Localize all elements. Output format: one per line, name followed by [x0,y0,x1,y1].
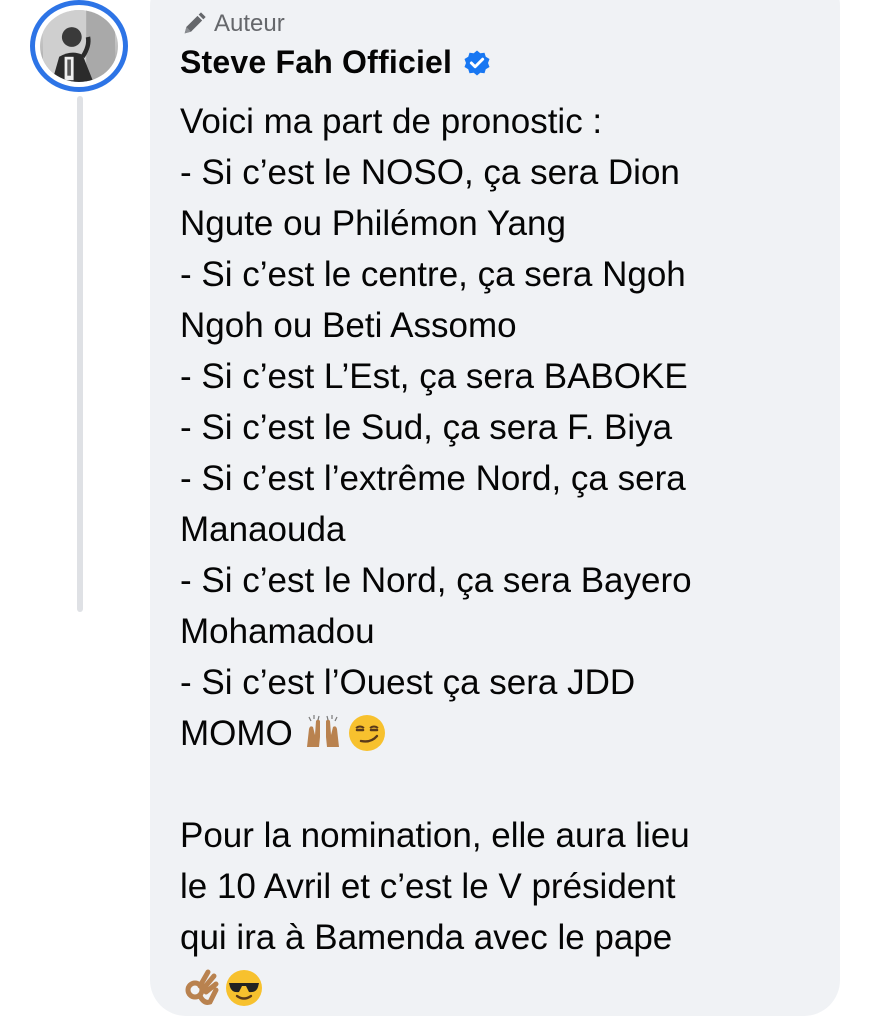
comment-line: - Si c’est l’extrême Nord, ça sera [180,459,686,498]
badge-label: Auteur [214,10,285,37]
comment-line: Pour la nomination, elle aura lieu [180,816,690,855]
sunglasses-face-emoji [224,968,264,1008]
comment-text: Voici ma part de pronostic : - Si c’est … [180,96,820,1014]
comment-line: Ngoh ou Beti Assomo [180,306,517,345]
avatar[interactable] [30,0,128,92]
ok-hand-emoji [180,968,220,1008]
comment-line: qui ira à Bamenda avec le pape [180,918,673,957]
comment-line: - Si c’est le Sud, ça sera F. Biya [180,408,673,447]
comment-line: Voici ma part de pronostic : [180,102,603,141]
author-row: Steve Fah Officiel [180,44,492,81]
thread-line [77,96,83,612]
comment-line: le 10 Avril et c’est le V président [180,867,676,906]
emoji-line [180,963,820,1014]
comment-line: - Si c’est le Nord, ça sera Bayero [180,561,692,600]
comment-line: Ngute ou Philémon Yang [180,204,566,243]
comment-line: - Si c’est l’Ouest ça sera JDD [180,663,636,702]
smirking-face-emoji [347,713,387,753]
author-name[interactable]: Steve Fah Officiel [180,44,452,81]
comment-line: - Si c’est L’Est, ça sera BABOKE [180,357,688,396]
author-badge: Auteur [180,10,285,38]
profile-photo [40,10,118,82]
comment-line: MOMO [180,714,293,753]
comment-thread: Auteur Steve Fah Officiel Voici ma part … [0,0,870,1024]
comment-line-with-emoji: MOMO [180,708,820,759]
raised-hands-emoji [303,713,343,753]
pencil-icon [180,10,208,38]
comment-line: Manaouda [180,510,346,549]
comment-line: - Si c’est le NOSO, ça sera Dion [180,153,680,192]
verified-check-icon [462,48,492,78]
comment-line: Mohamadou [180,612,375,651]
comment-line: - Si c’est le centre, ça sera Ngoh [180,255,686,294]
